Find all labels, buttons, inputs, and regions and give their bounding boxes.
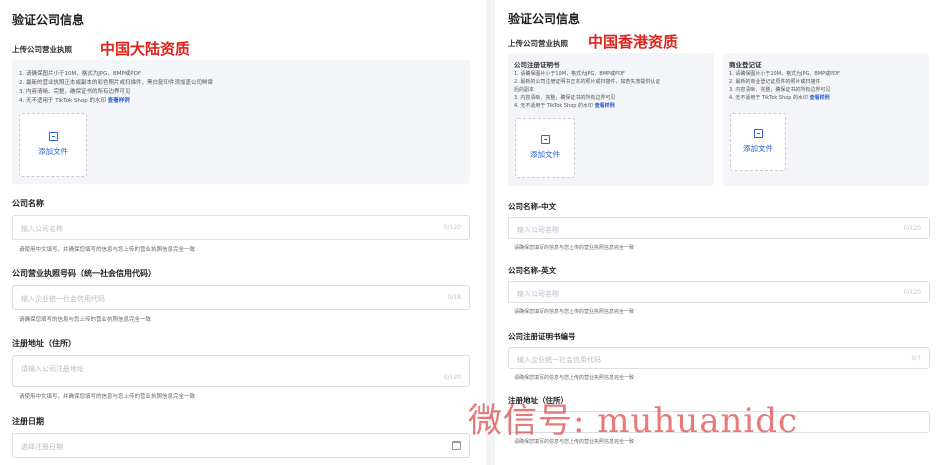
char-counter: 0/120	[443, 374, 461, 381]
add-file-button[interactable]: 添加文件	[515, 118, 575, 178]
file-upload-icon	[49, 132, 58, 141]
upload-note: 3. 内容清晰、完整，确保证书的所有边界可见	[514, 95, 616, 101]
add-file-button[interactable]: 添加文件	[730, 113, 786, 171]
registered-address-label: 注册地址（住所）	[12, 339, 76, 348]
page-title: 验证公司信息	[12, 13, 85, 27]
upload-note: 2. 最新的营业执照正本或副本的彩色照片或扫描件，黑白复印件须加盖公司鲜章	[19, 80, 213, 86]
wechat-watermark: 微信号: muhuanidc	[468, 401, 799, 441]
char-counter: 0/18	[447, 294, 461, 301]
registration-date-placeholder: 选择注册日期	[21, 443, 63, 451]
registration-certificate-upload: 公司注册证明书 1. 请确保图片小于10M，格式为JPG、BMP或PDF 2. …	[508, 53, 714, 186]
upload-note: 1. 请确保图片小于10M，格式为JPG、BMP或PDF	[514, 71, 625, 77]
upload-note: 3. 内容清晰、完整，确保证书的所有边界可见	[729, 87, 831, 93]
company-name-placeholder: 输入公司名称	[21, 225, 63, 233]
page-title: 验证公司信息	[508, 12, 581, 26]
license-number-placeholder: 输入企业统一社会信用代码	[21, 295, 105, 303]
region-tag-hongkong: 中国香港资质	[588, 33, 679, 51]
company-name-en-input[interactable]: 输入公司名称 0/120	[508, 281, 930, 303]
company-name-input[interactable]: 输入公司名称 0/120	[12, 215, 470, 240]
upload-license-label: 上传公司营业执照	[12, 45, 72, 54]
license-number-label: 公司营业执照号码（统一社会信用代码）	[12, 269, 156, 278]
company-name-cn-label: 公司名称-中文	[508, 202, 557, 211]
add-file-label: 添加文件	[38, 147, 68, 156]
upload-note: 4. 无不适用于 TikTok Shop 的水印 查看样例	[19, 98, 130, 104]
char-counter: 0/120	[443, 224, 461, 231]
company-name-label: 公司名称	[12, 199, 44, 208]
upload-note: 4. 无不适用于 TikTok Shop 的水印 查看样例	[729, 95, 830, 101]
registration-date-label: 注册日期	[12, 417, 44, 426]
registered-address-hint: 请使用中文填写，并确保您填写的信息与您上传的营业执照信息完全一致	[19, 394, 196, 400]
license-number-hint: 请确保您填写的信息与您上传的营业执照信息完全一致	[19, 317, 152, 323]
company-name-en-placeholder: 输入公司名称	[517, 290, 559, 298]
certificate-number-placeholder: 输入企业统一社会信用代码	[517, 356, 601, 364]
card-heading: 公司注册证明书	[514, 61, 560, 69]
registered-address-placeholder: 请输入公司注册地址	[21, 365, 84, 373]
company-name-hint: 请使用中文填写，并确保您填写的信息与您上传的营业执照信息完全一致	[19, 247, 196, 253]
char-counter: 0/120	[903, 289, 921, 296]
add-file-label: 添加文件	[743, 144, 773, 153]
mainland-form-panel: 验证公司信息 上传公司营业执照 中国大陆资质 1. 请确保图片小于10M，格式为…	[0, 0, 486, 465]
registration-date-picker[interactable]: 选择注册日期	[12, 433, 470, 458]
company-name-cn-input[interactable]: 输入公司名称 0/120	[508, 217, 930, 239]
upload-note: 2. 最新的商业登记证原件的照片或扫描件	[729, 79, 821, 85]
business-registration-upload: 商业登记证 1. 请确保图片小于10M，格式为JPG、BMP或PDF 2. 最新…	[723, 53, 929, 186]
view-sample-link[interactable]: 查看样例	[595, 103, 615, 109]
company-name-cn-hint: 请确保您填写的信息与您上传的营业执照信息完全一致	[514, 245, 635, 251]
upload-note: 后的副本	[514, 87, 535, 93]
company-name-cn-placeholder: 输入公司名称	[517, 226, 559, 234]
upload-note: 2. 最新的公司注册证明书正本的照片或扫描件，如若失落提供认证	[514, 79, 661, 85]
view-sample-link[interactable]: 查看样例	[108, 98, 130, 104]
upload-note: 4. 无不适用于 TikTok Shop 的水印 查看样例	[514, 103, 615, 109]
view-sample-link[interactable]: 查看样例	[810, 95, 830, 101]
company-name-en-hint: 请确保您填写的信息与您上传的营业执照信息完全一致	[514, 309, 635, 315]
certificate-number-label: 公司注册证明书编号	[508, 332, 576, 341]
file-upload-icon	[541, 135, 550, 144]
registered-address-input[interactable]: 请输入公司注册地址 0/120	[12, 355, 470, 387]
upload-license-label: 上传公司营业执照	[508, 39, 568, 48]
certificate-number-input[interactable]: 输入企业统一社会信用代码 0/7	[508, 347, 930, 369]
card-heading: 商业登记证	[729, 61, 762, 69]
upload-note: 1. 请确保图片小于10M，格式为JPG、BMP或PDF	[729, 71, 840, 77]
region-tag-mainland: 中国大陆资质	[100, 40, 191, 58]
file-upload-icon	[754, 129, 763, 138]
add-file-label: 添加文件	[530, 150, 560, 159]
license-number-input[interactable]: 输入企业统一社会信用代码 0/18	[12, 285, 470, 310]
char-counter: 0/7	[911, 355, 921, 362]
upload-note: 3. 内容清晰、完整，确保证书的所有边界可见	[19, 89, 131, 95]
char-counter: 0/120	[903, 225, 921, 232]
calendar-icon[interactable]	[452, 441, 461, 450]
certificate-number-hint: 请确保您填写的信息与您上传的营业执照信息完全一致	[514, 375, 635, 381]
upload-note: 1. 请确保图片小于10M，格式为JPG、BMP或PDF	[19, 71, 141, 77]
license-upload-area: 1. 请确保图片小于10M，格式为JPG、BMP或PDF 2. 最新的营业执照正…	[12, 60, 470, 184]
company-name-en-label: 公司名称-英文	[508, 266, 557, 275]
add-file-button[interactable]: 添加文件	[19, 113, 87, 177]
